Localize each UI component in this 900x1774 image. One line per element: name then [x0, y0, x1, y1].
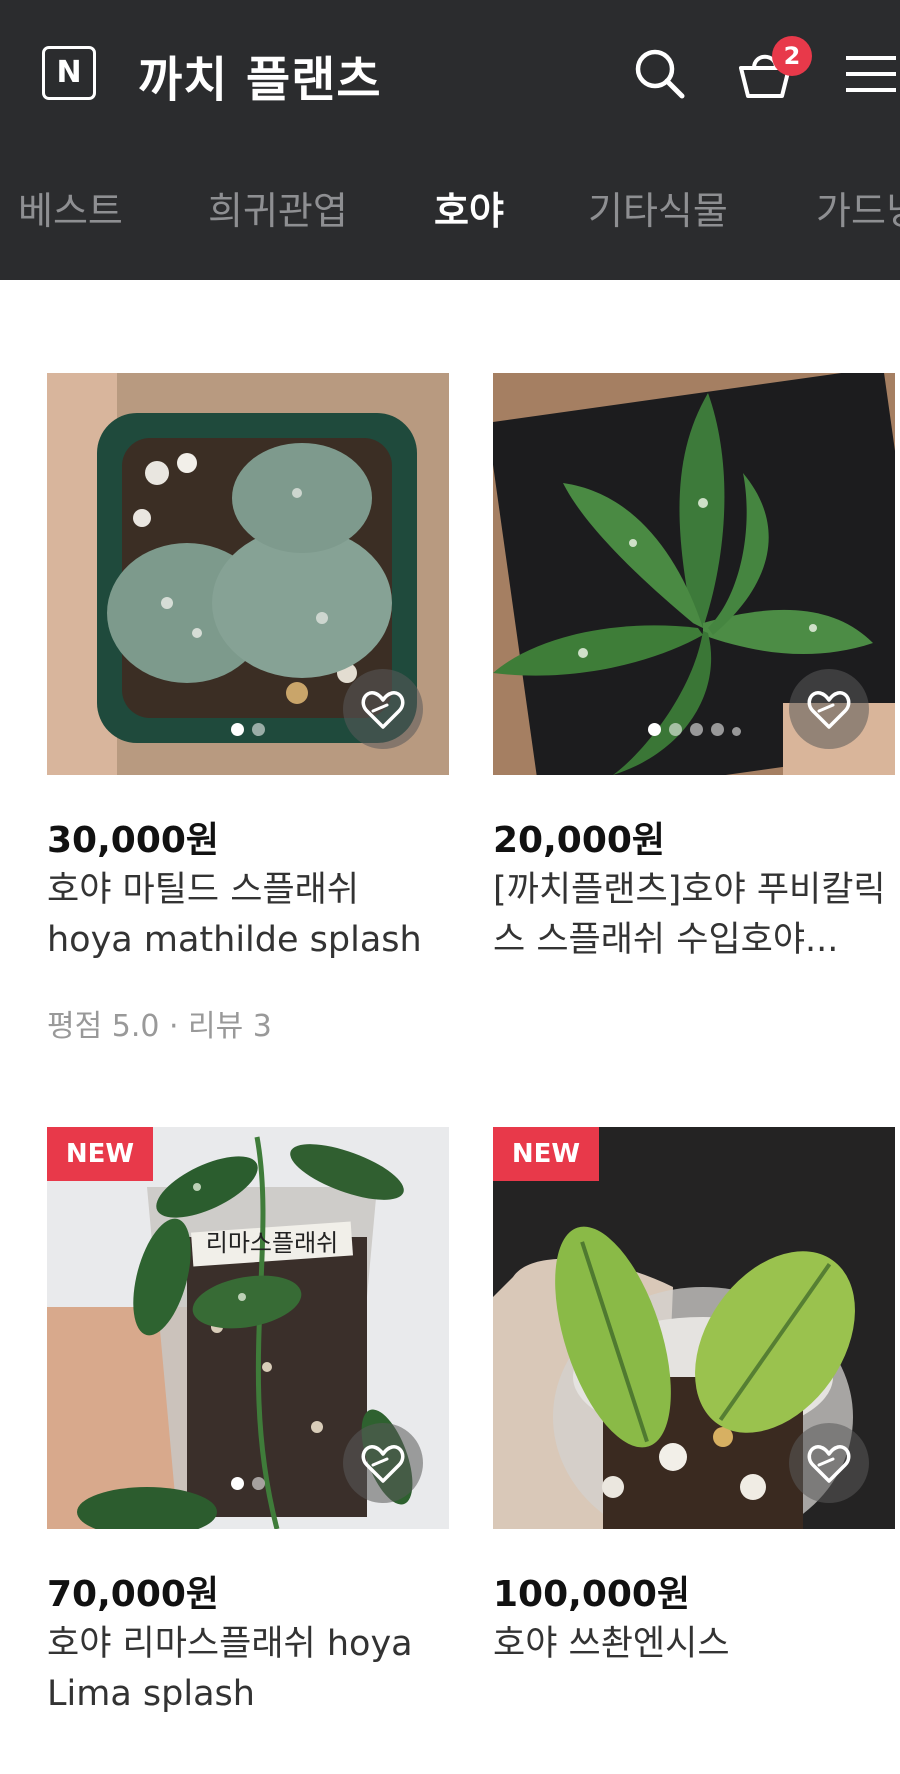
cart-count-badge: 2 — [772, 36, 812, 76]
carousel-dot — [252, 1477, 265, 1490]
top-bar: N 까치 플랜츠 2 베스트 희귀관엽 호야 기타식물 가드닝 — [0, 0, 900, 280]
product-name[interactable]: 호야 마틸드 스플래쉬 hoya mathilde splash — [47, 865, 449, 965]
product-price: 100,000원 — [493, 1574, 691, 1615]
carousel-dot — [668, 723, 682, 736]
product-price: 20,000원 — [493, 820, 666, 861]
product-card[interactable]: 30,000원 호야 마틸드 스플래쉬 hoya mathilde splash… — [47, 373, 449, 1044]
product-name[interactable]: [까치플랜츠]호야 푸비칼릭스 스플래쉬 수입호야... — [493, 865, 895, 965]
category-tabs: 베스트 희귀관엽 호야 기타식물 가드닝 — [0, 180, 900, 240]
carousel-dot-active — [231, 723, 244, 736]
carousel-dot — [710, 723, 724, 736]
menu-button[interactable] — [840, 44, 900, 104]
product-card[interactable]: 20,000원 [까치플랜츠]호야 푸비칼릭스 스플래쉬 수입호야... — [493, 373, 895, 960]
product-name[interactable]: 호야 쓰촨엔시스 — [493, 1619, 895, 1669]
new-badge: NEW — [47, 1127, 153, 1181]
tab-hoya[interactable]: 호야 — [434, 180, 504, 235]
product-price: 70,000원 — [47, 1574, 220, 1615]
carousel-dot — [689, 723, 703, 736]
carousel-dot-active — [647, 723, 661, 736]
product-price: 30,000원 — [47, 820, 220, 861]
tab-gardening[interactable]: 가드닝 — [816, 180, 900, 235]
wishlist-button[interactable] — [789, 669, 869, 749]
tab-best[interactable]: 베스트 — [18, 180, 123, 235]
hamburger-menu-icon — [846, 56, 896, 92]
product-image[interactable] — [47, 373, 449, 775]
product-image[interactable]: 리마스플래쉬 NEW — [47, 1127, 449, 1529]
heart-icon — [807, 691, 851, 729]
search-icon — [635, 49, 685, 99]
wishlist-button[interactable] — [343, 1423, 423, 1503]
pot-label: 리마스플래쉬 — [206, 1229, 338, 1257]
heart-icon — [361, 1445, 405, 1483]
product-image[interactable]: NEW — [493, 1127, 895, 1529]
tab-other-plants[interactable]: 기타식물 — [588, 180, 728, 235]
store-logo-icon[interactable]: N — [42, 46, 96, 100]
heart-icon — [807, 1445, 851, 1483]
tab-rare-foliage[interactable]: 희귀관엽 — [208, 180, 348, 235]
product-rating: 평점 5.0 · 리뷰 3 — [47, 1009, 272, 1044]
product-name[interactable]: 호야 리마스플래쉬 hoya Lima splash — [47, 1619, 449, 1719]
product-image[interactable] — [493, 373, 895, 775]
product-card[interactable]: 리마스플래쉬 NEW 70,000원 호야 리마스플래쉬 hoya Lima s… — [47, 1127, 449, 1714]
wishlist-button[interactable] — [789, 1423, 869, 1503]
carousel-dot-active — [231, 1477, 244, 1490]
new-badge: NEW — [493, 1127, 599, 1181]
store-title[interactable]: 까치 플랜츠 — [138, 40, 382, 110]
heart-icon — [361, 691, 405, 729]
wishlist-button[interactable] — [343, 669, 423, 749]
product-card[interactable]: NEW 100,000원 호야 쓰촨엔시스 — [493, 1127, 895, 1664]
carousel-dot — [252, 723, 265, 736]
search-button[interactable] — [630, 44, 690, 104]
carousel-dot — [731, 727, 741, 736]
